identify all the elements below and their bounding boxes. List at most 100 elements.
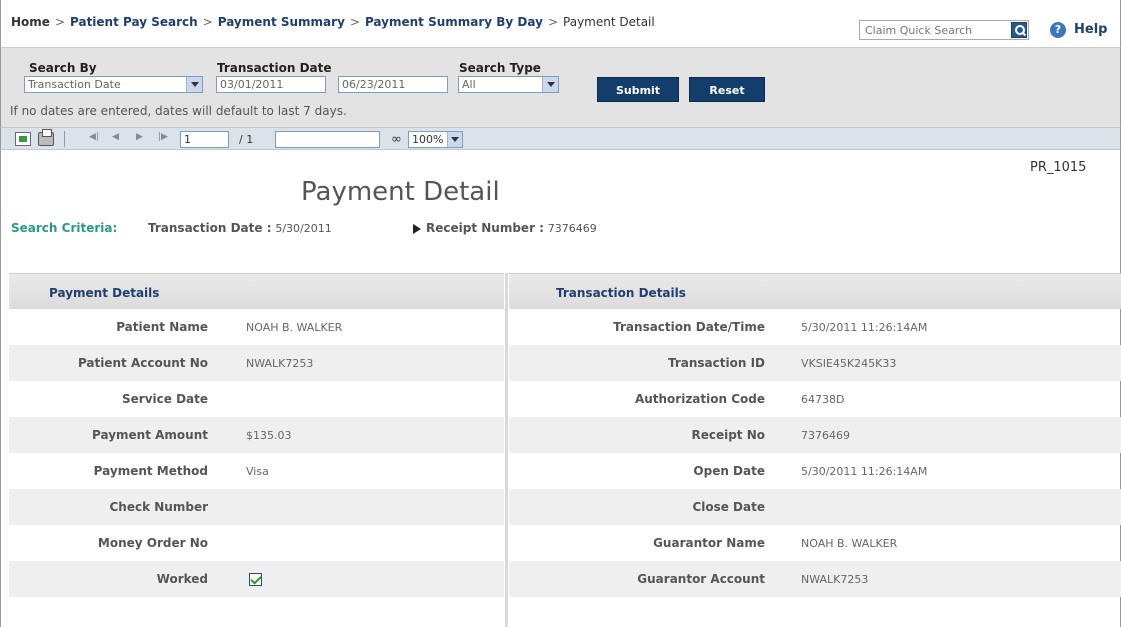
header-bar: Home > Patient Pay Search > Payment Summary >… — [0, 0, 1121, 47]
date-from-input[interactable]: 03/01/2011 — [216, 76, 326, 93]
field-label: Patient Name — [116, 320, 208, 334]
detail-row: Receipt No 7376469 — [509, 417, 1121, 453]
field-label: Open Date — [693, 464, 765, 478]
criteria-receipt-number: Receipt Number : 7376469 — [426, 221, 597, 235]
transaction-details-heading: Transaction Details — [556, 286, 686, 300]
field-label: Payment Method — [93, 464, 208, 478]
field-label: Guarantor Name — [653, 536, 765, 550]
detail-row: Authorization Code 64738D — [509, 381, 1121, 417]
field-label: Worked — [156, 572, 208, 586]
breadcrumb: Home > Patient Pay Search > Payment Summary >… — [11, 15, 655, 29]
search-panel: Search By Transaction Date Transaction D… — [0, 47, 1121, 127]
field-value: 5/30/2011 11:26:14AM — [801, 465, 928, 478]
payment-details-heading: Payment Details — [49, 286, 160, 300]
search-by-select[interactable]: Transaction Date — [24, 76, 203, 93]
transaction-details-header: Transaction Details — [509, 273, 1121, 309]
field-label: Payment Amount — [92, 428, 208, 442]
field-value: NOAH B. WALKER — [246, 321, 343, 334]
transaction-details-panel: Transaction Details Transaction Date/Tim… — [509, 273, 1121, 597]
field-value: NWALK7253 — [246, 357, 314, 370]
criteria-value: 5/30/2011 — [275, 222, 332, 235]
help-link[interactable]: Help — [1074, 22, 1107, 37]
search-type-label: Search Type — [459, 61, 541, 75]
payment-details-panel: Payment Details Patient Name NOAH B. WALK… — [9, 273, 504, 597]
search-icon[interactable] — [1011, 22, 1027, 38]
detail-row: Open Date 5/30/2011 11:26:14AM — [509, 453, 1121, 489]
detail-row: Payment Amount $135.03 — [9, 417, 504, 453]
transaction-date-label: Transaction Date — [217, 61, 332, 75]
breadcrumb-separator: > — [202, 15, 213, 29]
last-page-icon[interactable]: |▶ — [158, 132, 168, 142]
field-label: Service Date — [122, 392, 208, 406]
report-id: PR_1015 — [1030, 160, 1087, 175]
detail-row: Close Date — [509, 489, 1121, 525]
zoom-value: 100% — [412, 133, 444, 146]
claim-quick-search — [859, 20, 1029, 40]
field-label: Guarantor Account — [637, 572, 765, 586]
detail-row: Payment Method Visa — [9, 453, 504, 489]
page-number-input[interactable]: 1 — [180, 131, 229, 148]
claim-quick-search-input[interactable] — [860, 21, 1005, 39]
panel-divider — [505, 273, 508, 627]
breadcrumb-separator: > — [349, 15, 360, 29]
chevron-down-icon — [186, 77, 202, 92]
detail-row: Transaction ID VKSIE45K245K33 — [509, 345, 1121, 381]
search-by-label: Search By — [29, 61, 97, 75]
breadcrumb-payment-summary-link[interactable]: Payment Summary — [218, 15, 345, 29]
criteria-key: Receipt Number : — [426, 221, 544, 235]
submit-button[interactable]: Submit — [597, 77, 679, 102]
search-type-value: All — [462, 78, 476, 91]
reset-button[interactable]: Reset — [689, 77, 765, 102]
report-title: Payment Detail — [301, 177, 500, 207]
field-value: 64738D — [801, 393, 845, 406]
toolbar-divider — [64, 131, 65, 147]
triangle-right-icon — [413, 224, 421, 234]
payment-details-header: Payment Details — [9, 273, 504, 309]
help-icon[interactable]: ? — [1050, 22, 1066, 38]
next-page-icon[interactable]: ▶ — [136, 132, 143, 142]
breadcrumb-patient-pay-search-link[interactable]: Patient Pay Search — [70, 15, 198, 29]
breadcrumb-separator: > — [547, 15, 559, 29]
field-value: Visa — [246, 465, 269, 478]
previous-page-icon[interactable]: ◀ — [112, 132, 119, 142]
search-by-value: Transaction Date — [28, 78, 121, 91]
export-icon[interactable] — [15, 132, 31, 146]
field-label: Authorization Code — [634, 392, 765, 406]
field-value: NWALK7253 — [801, 573, 869, 586]
field-label: Close Date — [692, 500, 765, 514]
breadcrumb-current: Payment Detail — [563, 15, 655, 29]
worked-checkbox[interactable] — [249, 573, 262, 586]
report-toolbar: ◀| ◀ ▶ |▶ 1 / 1 ∞ 100% — [0, 127, 1121, 150]
breadcrumb-separator: > — [54, 15, 65, 29]
date-to-input[interactable]: 06/23/2011 — [338, 76, 448, 93]
first-page-icon[interactable]: ◀| — [89, 132, 99, 142]
detail-row: Service Date — [9, 381, 504, 417]
field-value: NOAH B. WALKER — [801, 537, 898, 550]
date-default-note: If no dates are entered, dates will defa… — [10, 104, 347, 118]
detail-row: Money Order No — [9, 525, 504, 561]
zoom-select[interactable]: 100% — [408, 131, 463, 148]
field-label: Transaction Date/Time — [613, 320, 765, 334]
binoculars-icon[interactable]: ∞ — [391, 132, 402, 147]
find-text-input[interactable] — [275, 131, 380, 148]
field-label: Money Order No — [97, 536, 208, 550]
breadcrumb-home-link[interactable]: Home — [11, 15, 50, 29]
criteria-transaction-date: Transaction Date : 5/30/2011 — [148, 221, 332, 235]
field-value: VKSIE45K245K33 — [801, 357, 897, 370]
page-count: / 1 — [239, 133, 254, 146]
search-type-select[interactable]: All — [458, 76, 559, 93]
breadcrumb-payment-summary-by-day-link[interactable]: Payment Summary By Day — [365, 15, 543, 29]
field-label: Patient Account No — [77, 356, 208, 370]
detail-row: Guarantor Account NWALK7253 — [509, 561, 1121, 597]
search-criteria-label: Search Criteria: — [11, 221, 118, 235]
detail-row: Check Number — [9, 489, 504, 525]
field-label: Check Number — [109, 500, 209, 514]
field-value: 5/30/2011 11:26:14AM — [801, 321, 928, 334]
field-value: $135.03 — [246, 429, 292, 442]
field-label: Transaction ID — [667, 356, 765, 370]
detail-row: Patient Account No NWALK7253 — [9, 345, 504, 381]
payment-details-rows: Patient Name NOAH B. WALKER Patient Accou… — [9, 309, 504, 597]
field-label: Receipt No — [691, 428, 765, 442]
print-icon[interactable] — [38, 129, 54, 146]
detail-row: Patient Name NOAH B. WALKER — [9, 309, 504, 345]
